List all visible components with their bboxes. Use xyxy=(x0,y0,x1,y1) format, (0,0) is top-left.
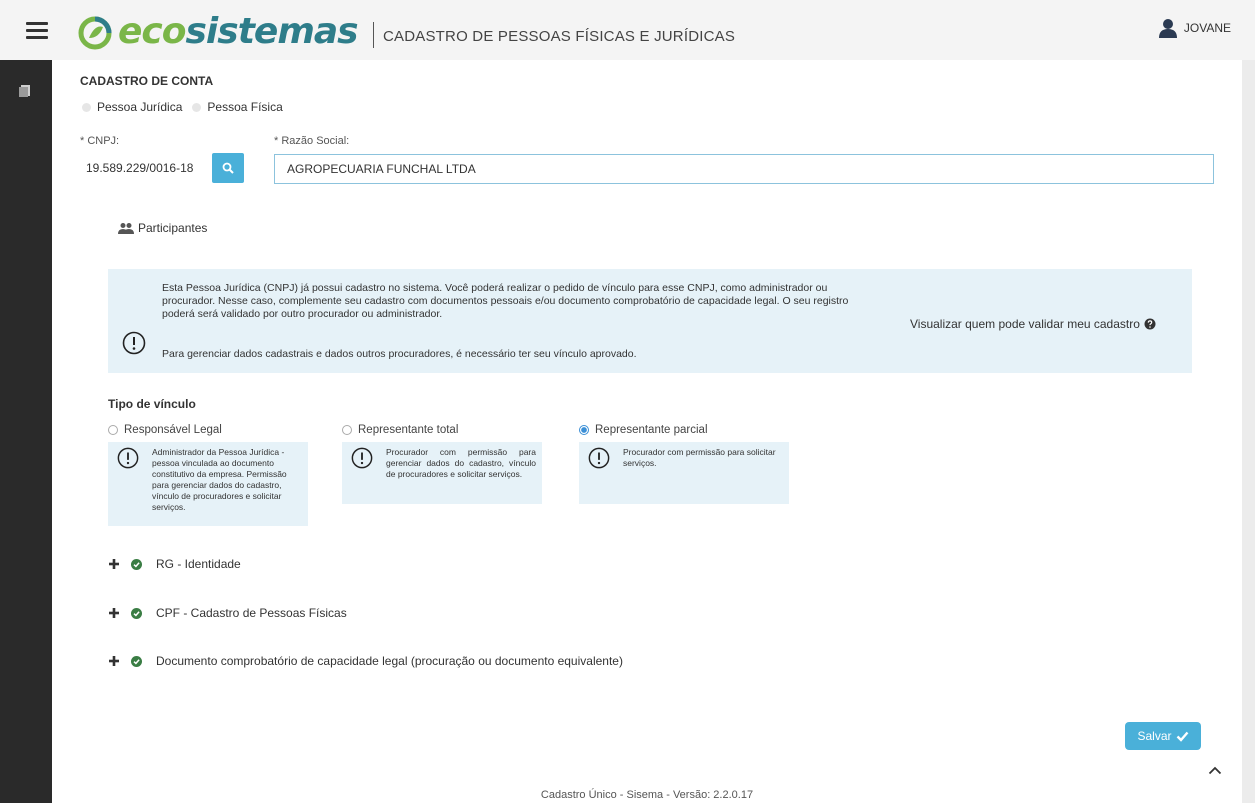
user-icon xyxy=(1158,19,1177,38)
chevron-up-icon xyxy=(1208,766,1222,774)
cnpj-label: * CNPJ: xyxy=(80,135,120,147)
vinculo-type-title: Tipo de vínculo xyxy=(108,397,196,411)
participantes-label: Participantes xyxy=(138,221,208,235)
option-description: Procurador com permissão para gerenciar … xyxy=(342,442,542,504)
tab-label: Pessoa Jurídica xyxy=(97,100,183,114)
brand-divider xyxy=(373,22,374,48)
check-circle-icon xyxy=(131,558,142,570)
scroll-top-button[interactable] xyxy=(1201,756,1229,784)
plus-icon xyxy=(109,559,119,569)
radio-representante-parcial[interactable]: Representante parcial xyxy=(579,424,708,436)
save-label: Salvar xyxy=(1137,729,1172,743)
document-row-capacidade-legal[interactable]: Documento comprobatório de capacidade le… xyxy=(109,654,623,668)
existing-cnpj-alert: Esta Pessoa Jurídica (CNPJ) já possui ca… xyxy=(108,269,1192,373)
radio-indicator xyxy=(342,425,352,435)
alert-message: Esta Pessoa Jurídica (CNPJ) já possui ca… xyxy=(162,282,849,320)
document-label: CPF - Cadastro de Pessoas Físicas xyxy=(156,606,347,620)
document-label: RG - Identidade xyxy=(156,557,241,571)
page-heading: CADASTRO DE PESSOAS FÍSICAS E JURÍDICAS xyxy=(383,28,736,45)
question-circle-icon xyxy=(1144,318,1156,330)
users-icon xyxy=(118,223,134,234)
tab-indicator xyxy=(82,102,91,112)
scrollbar[interactable] xyxy=(1242,60,1255,803)
main-content: CADASTRO DE CONTA Pessoa Jurídica Pessoa… xyxy=(52,60,1242,803)
option-label: Responsável Legal xyxy=(124,424,222,436)
razao-social-field[interactable] xyxy=(274,154,1214,184)
footer-version: Cadastro Único - Sisema - Versão: 2.2.0.… xyxy=(540,789,754,801)
alert-message-secondary: Para gerenciar dados cadastrais e dados … xyxy=(162,348,637,360)
radio-representante-total[interactable]: Representante total xyxy=(342,424,458,436)
tab-pessoa-fisica[interactable]: Pessoa Física xyxy=(192,100,283,114)
document-label: Documento comprobatório de capacidade le… xyxy=(156,654,623,668)
search-icon xyxy=(222,162,234,174)
alert-icon xyxy=(588,447,610,469)
alert-icon xyxy=(117,447,139,469)
save-button[interactable]: Salvar xyxy=(1125,722,1201,750)
option-label: Representante total xyxy=(358,424,459,436)
document-icon[interactable] xyxy=(18,84,32,98)
checkmark-icon xyxy=(1176,731,1188,742)
option-description: Administrador da Pessoa Jurídica - pesso… xyxy=(108,442,308,526)
tab-label: Pessoa Física xyxy=(207,100,283,114)
option-label: Representante parcial xyxy=(595,424,708,436)
brand-eco: eco xyxy=(118,11,186,52)
check-circle-icon xyxy=(131,655,142,667)
alert-icon xyxy=(351,447,373,469)
cnpj-field[interactable] xyxy=(80,154,210,182)
option-description-text: Administrador da Pessoa Jurídica - pesso… xyxy=(152,447,287,512)
radio-indicator-selected xyxy=(579,425,589,435)
section-title: CADASTRO DE CONTA xyxy=(80,74,214,88)
alert-icon xyxy=(122,331,146,355)
tab-indicator xyxy=(192,102,202,112)
document-row-rg[interactable]: RG - Identidade xyxy=(109,557,241,571)
top-bar: ecosistemas CADASTRO DE PESSOAS FÍSICAS … xyxy=(0,0,1255,60)
view-validators-link[interactable]: Visualizar quem pode validar meu cadastr… xyxy=(910,317,1156,331)
radio-responsavel-legal[interactable]: Responsável Legal xyxy=(108,424,222,436)
check-circle-icon xyxy=(131,607,142,619)
brand-logo: ecosistemas xyxy=(118,11,359,52)
user-name: JOVANE xyxy=(1183,21,1231,35)
option-description: Procurador com permissão para solicitar … xyxy=(579,442,789,504)
person-type-tabs: Pessoa Jurídica Pessoa Física xyxy=(82,100,283,114)
plus-icon xyxy=(109,656,119,666)
plus-icon xyxy=(109,608,119,618)
logo-icon xyxy=(78,16,112,50)
view-validators-label: Visualizar quem pode validar meu cadastr… xyxy=(910,317,1140,331)
option-description-text: Procurador com permissão para gerenciar … xyxy=(386,447,536,479)
document-row-cpf[interactable]: CPF - Cadastro de Pessoas Físicas xyxy=(109,606,347,620)
tab-pessoa-juridica[interactable]: Pessoa Jurídica xyxy=(82,100,182,114)
user-menu[interactable]: JOVANE xyxy=(1158,16,1231,40)
brand-sistemas: sistemas xyxy=(185,11,359,52)
razao-social-label: * Razão Social: xyxy=(274,135,350,147)
menu-icon[interactable] xyxy=(26,22,48,40)
option-description-text: Procurador com permissão para solicitar … xyxy=(623,447,776,468)
radio-indicator xyxy=(108,425,118,435)
sidebar xyxy=(0,60,52,803)
participantes-link[interactable]: Participantes xyxy=(118,221,207,235)
cnpj-search-button[interactable] xyxy=(212,153,244,183)
